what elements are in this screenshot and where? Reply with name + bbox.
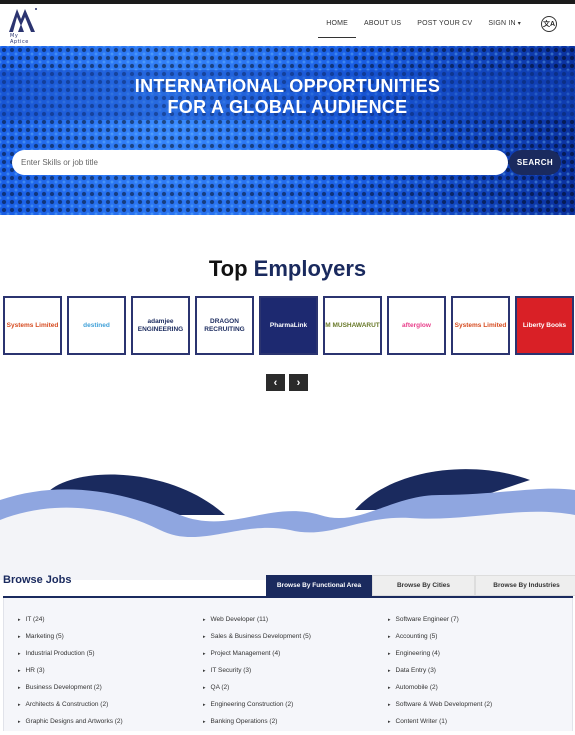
bullet-icon: ▸: [18, 651, 21, 657]
bullet-icon: ▸: [388, 617, 391, 623]
hero-title: INTERNATIONAL OPPORTUNITIES FOR A GLOBAL…: [0, 76, 575, 118]
nav-home[interactable]: HOME: [318, 20, 356, 38]
top-employers-title: Top Employers: [0, 256, 575, 282]
bullet-icon: ▸: [203, 617, 206, 623]
logo-text: My Aptice: [10, 33, 29, 45]
bullet-icon: ▸: [388, 668, 391, 674]
job-column-3: ▸ Software Engineer (7) ▸ Accounting (5) ▸…: [388, 616, 492, 735]
tab-functional-area[interactable]: Browse By Functional Area: [266, 575, 372, 596]
list-item[interactable]: ▸ Engineering (4): [388, 650, 492, 667]
list-item[interactable]: ▸ Industrial Production (5): [18, 650, 123, 667]
bullet-icon: ▸: [388, 702, 391, 708]
tab-cities[interactable]: Browse By Cities: [372, 575, 475, 596]
bullet-icon: ▸: [203, 719, 206, 725]
sign-in-label: SIGN IN: [488, 20, 516, 27]
list-item[interactable]: ▸ Engineering Construction (2): [203, 701, 311, 718]
employer-logo[interactable]: adamjee ENGINEERING: [131, 296, 190, 355]
list-item[interactable]: ▸ Banking Operations (2): [203, 718, 311, 735]
employer-logo[interactable]: Systems Limited: [3, 296, 62, 355]
bullet-icon: ▸: [18, 702, 21, 708]
employer-logo-text: destined: [83, 321, 110, 329]
nav-post-your-cv[interactable]: POST YOUR CV: [409, 20, 480, 38]
bullet-icon: ▸: [18, 719, 21, 725]
list-item[interactable]: ▸ Sales & Business Development (5): [203, 633, 311, 650]
employer-logo[interactable]: PharmaLink: [259, 296, 318, 355]
search-placeholder: Enter Skills or job title: [21, 158, 98, 167]
employer-carousel: Systems Limited destined adamjee ENGINEE…: [3, 296, 574, 355]
tab-industries[interactable]: Browse By Industries: [475, 575, 575, 596]
carousel-controls: ‹ ›: [266, 374, 308, 391]
list-item[interactable]: ▸ Data Entry (3): [388, 667, 492, 684]
title-strong: Top: [208, 256, 248, 281]
list-item[interactable]: ▸ Automobile (2): [388, 684, 492, 701]
bullet-icon: ▸: [18, 634, 21, 640]
list-item[interactable]: ▸ Marketing (5): [18, 633, 123, 650]
nav-about-us[interactable]: ABOUT US: [356, 20, 409, 38]
bullet-icon: ▸: [203, 668, 206, 674]
translate-icon[interactable]: 文A: [541, 16, 557, 32]
list-item[interactable]: ▸ Graphic Designs and Artworks (2): [18, 718, 123, 735]
search-button[interactable]: SEARCH: [509, 150, 561, 175]
employer-logo[interactable]: M MUSHAWARUT: [323, 296, 382, 355]
bullet-icon: ▸: [203, 651, 206, 657]
main-nav: HOME ABOUT US POST YOUR CV SIGN IN ▾: [318, 20, 529, 38]
list-item[interactable]: ▸ HR (3): [18, 667, 123, 684]
employer-logo-text: Systems Limited: [454, 321, 507, 329]
nav-sign-in[interactable]: SIGN IN ▾: [480, 20, 529, 38]
employer-logo-text: PharmaLink: [269, 321, 308, 329]
hero-title-line-2: FOR A GLOBAL AUDIENCE: [167, 97, 408, 117]
bullet-icon: ▸: [203, 634, 206, 640]
list-item[interactable]: ▸ Accounting (5): [388, 633, 492, 650]
bullet-icon: ▸: [203, 702, 206, 708]
job-column-1: ▸ IT (24) ▸ Marketing (5) ▸ Industrial Prod…: [18, 616, 123, 735]
list-item[interactable]: ▸ IT (24): [18, 616, 123, 633]
employer-logo-text: DRAGON RECRUITING: [204, 317, 245, 333]
list-item[interactable]: ▸ IT Security (3): [203, 667, 311, 684]
hero-title-line-1: INTERNATIONAL OPPORTUNITIES: [134, 76, 441, 96]
bullet-icon: ▸: [18, 685, 21, 691]
bullet-icon: ▸: [18, 617, 21, 623]
employer-logo-text: adamjee ENGINEERING: [137, 317, 184, 333]
employer-logo[interactable]: DRAGON RECRUITING: [195, 296, 254, 355]
title-rest: Employers: [253, 256, 367, 281]
caret-down-icon: ▾: [517, 21, 521, 27]
bullet-icon: ▸: [18, 668, 21, 674]
hero-banner: INTERNATIONAL OPPORTUNITIES FOR A GLOBAL…: [0, 46, 575, 215]
list-item[interactable]: ▸ Business Development (2): [18, 684, 123, 701]
employer-logo-text: afterglow: [402, 321, 431, 329]
list-item[interactable]: ▸ Software Engineer (7): [388, 616, 492, 633]
job-column-2: ▸ Web Developer (11) ▸ Sales & Business De…: [203, 616, 311, 735]
list-item[interactable]: ▸ Software & Web Development (2): [388, 701, 492, 718]
browse-jobs-title: Browse Jobs: [3, 574, 72, 586]
list-item[interactable]: ▸ Project Management (4): [203, 650, 311, 667]
employer-logo[interactable]: Liberty Books: [515, 296, 574, 355]
bullet-icon: ▸: [388, 719, 391, 725]
bullet-icon: ▸: [388, 685, 391, 691]
navbar: My Aptice HOME ABOUT US POST YOUR CV SIG…: [0, 4, 575, 46]
decorative-waves: [0, 469, 575, 580]
site-logo[interactable]: My Aptice: [6, 6, 38, 45]
employer-logo[interactable]: Systems Limited: [451, 296, 510, 355]
bullet-icon: ▸: [388, 634, 391, 640]
functional-area-panel: ▸ IT (24) ▸ Marketing (5) ▸ Industrial Prod…: [3, 598, 573, 731]
logo-mark-icon: [9, 8, 37, 32]
employer-logo[interactable]: destined: [67, 296, 126, 355]
employer-logo-text: Liberty Books: [522, 321, 567, 329]
list-item[interactable]: ▸ Content Writer (1): [388, 718, 492, 735]
employer-logo-text: M MUSHAWARUT: [325, 321, 380, 329]
employer-logo[interactable]: afterglow: [387, 296, 446, 355]
chevron-left-icon[interactable]: ‹: [266, 374, 285, 391]
list-item[interactable]: ▸ Web Developer (11): [203, 616, 311, 633]
bullet-icon: ▸: [388, 651, 391, 657]
search-input[interactable]: Enter Skills or job title: [12, 150, 508, 175]
employer-logo-text: Systems Limited: [6, 321, 59, 329]
bullet-icon: ▸: [203, 685, 206, 691]
browse-tabs: Browse By Functional Area Browse By Citi…: [266, 575, 575, 596]
list-item[interactable]: ▸ QA (2): [203, 684, 311, 701]
list-item[interactable]: ▸ Architects & Construction (2): [18, 701, 123, 718]
chevron-right-icon[interactable]: ›: [289, 374, 308, 391]
